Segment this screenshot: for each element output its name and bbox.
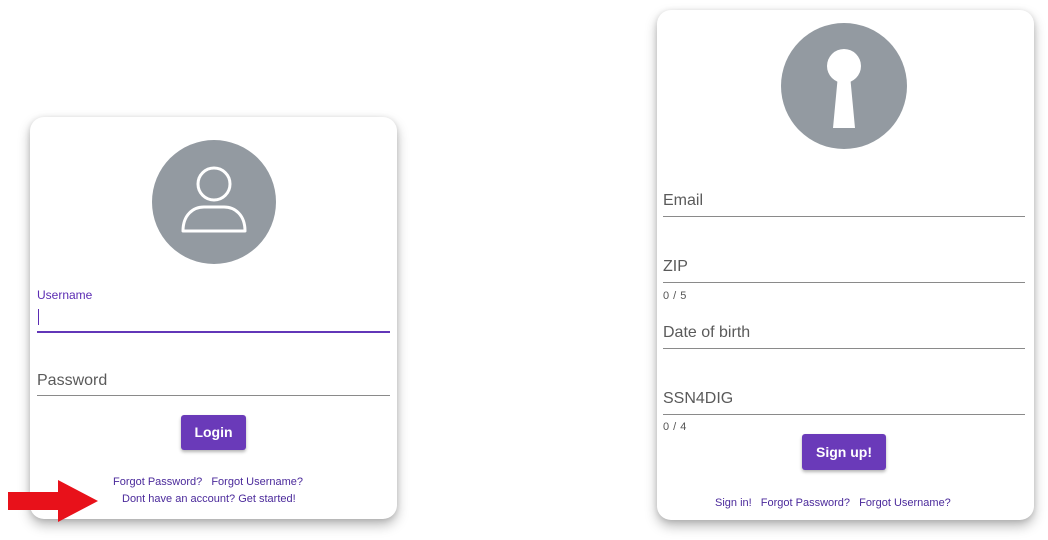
login-button[interactable]: Login (181, 415, 246, 450)
zip-counter: 0 / 5 (663, 290, 687, 302)
forgot-password-link-2[interactable]: Forgot Password? (761, 497, 850, 509)
username-label: Username (37, 288, 93, 302)
sign-in-link[interactable]: Sign in! (715, 497, 752, 509)
login-card: Username Password Login Forgot Password?… (30, 117, 397, 519)
password-field[interactable]: Password (37, 367, 390, 396)
login-links-row: Forgot Password? Forgot Username? (113, 476, 303, 488)
signup-button[interactable]: Sign up! (802, 434, 886, 470)
zip-label: ZIP (663, 258, 688, 275)
username-caret (38, 309, 39, 325)
zip-field[interactable]: ZIP (663, 252, 1025, 283)
forgot-password-link[interactable]: Forgot Password? (113, 476, 202, 488)
get-started-link[interactable]: Dont have an account? Get started! (122, 493, 296, 505)
password-label: Password (37, 372, 108, 389)
username-field[interactable]: Username (37, 287, 390, 333)
red-arrow-icon (8, 480, 98, 522)
dob-label: Date of birth (663, 324, 751, 341)
ssn-label: SSN4DIG (663, 390, 734, 407)
email-label: Email (663, 192, 704, 209)
signup-avatar (781, 23, 907, 149)
dob-field[interactable]: Date of birth (663, 318, 1025, 349)
signup-links-row: Sign in! Forgot Password? Forgot Usernam… (715, 497, 951, 509)
email-field[interactable]: Email (663, 186, 1025, 217)
forgot-username-link-2[interactable]: Forgot Username? (859, 497, 951, 509)
ssn-counter: 0 / 4 (663, 421, 687, 433)
ssn-field[interactable]: SSN4DIG (663, 384, 1025, 415)
keyhole-icon (827, 49, 861, 128)
user-icon (181, 166, 247, 233)
signup-card: Email ZIP 0 / 5 Date of birth SSN4DIG 0 … (657, 10, 1034, 520)
forgot-username-link[interactable]: Forgot Username? (211, 476, 303, 488)
login-avatar (152, 140, 276, 264)
